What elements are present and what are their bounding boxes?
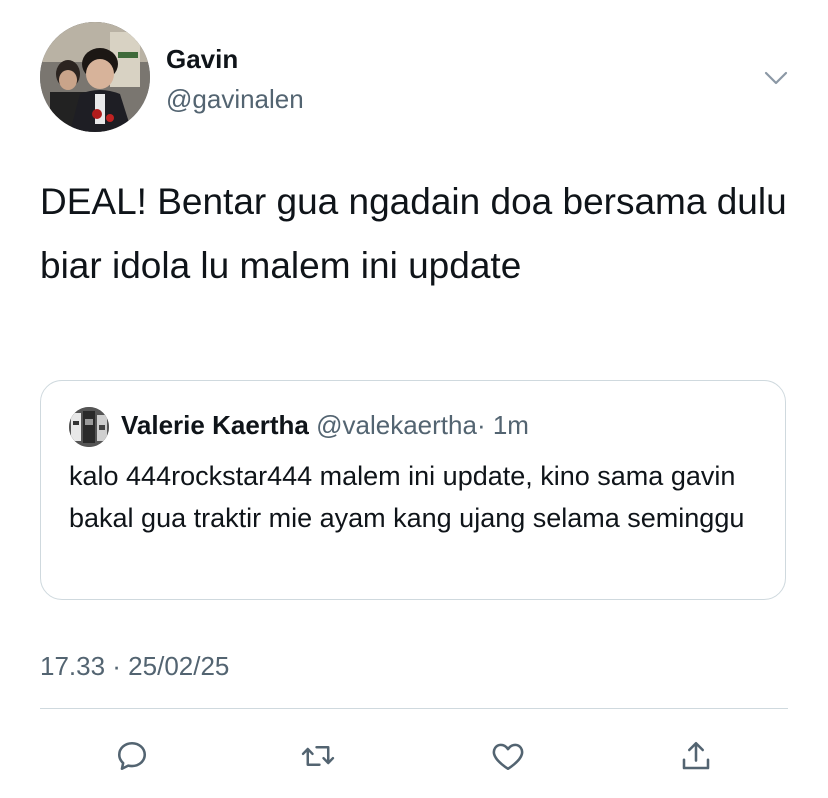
like-button[interactable] — [486, 734, 530, 778]
tweet: Gavin @gavinalen DEAL! Bentar gua ngadai… — [0, 0, 828, 798]
reply-button[interactable] — [110, 734, 154, 778]
retweet-icon — [301, 745, 335, 767]
quoted-text: kalo 444rockstar444 malem ini update, ki… — [69, 461, 745, 533]
quoted-header: Valerie Kaertha @valekaertha· 1m — [121, 405, 529, 445]
retweet-button[interactable] — [296, 734, 340, 778]
like-icon — [492, 743, 524, 771]
quoted-author-handle: @valekaertha — [316, 410, 477, 440]
quoted-author-avatar — [69, 407, 109, 447]
author-name[interactable]: Gavin — [166, 42, 238, 76]
divider — [40, 708, 788, 709]
author-avatar[interactable] — [40, 22, 150, 132]
share-button[interactable] — [674, 734, 718, 778]
profile-photo-icon — [40, 22, 150, 132]
author-handle[interactable]: @gavinalen — [166, 82, 304, 116]
quoted-tweet[interactable]: Valerie Kaertha @valekaertha· 1m kalo 44… — [40, 380, 786, 600]
chevron-down-icon — [764, 71, 788, 85]
profile-photo-icon — [69, 407, 109, 447]
reply-icon — [117, 741, 147, 771]
quoted-time: · 1m — [476, 410, 529, 440]
share-icon — [682, 741, 710, 770]
quoted-author-name: Valerie Kaertha — [121, 410, 309, 440]
tweet-text: DEAL! Bentar gua ngadain doa bersama dul… — [40, 181, 787, 286]
more-options-button[interactable] — [762, 66, 790, 90]
tweet-timestamp[interactable]: 17.33 · 25/02/25 — [40, 646, 229, 686]
